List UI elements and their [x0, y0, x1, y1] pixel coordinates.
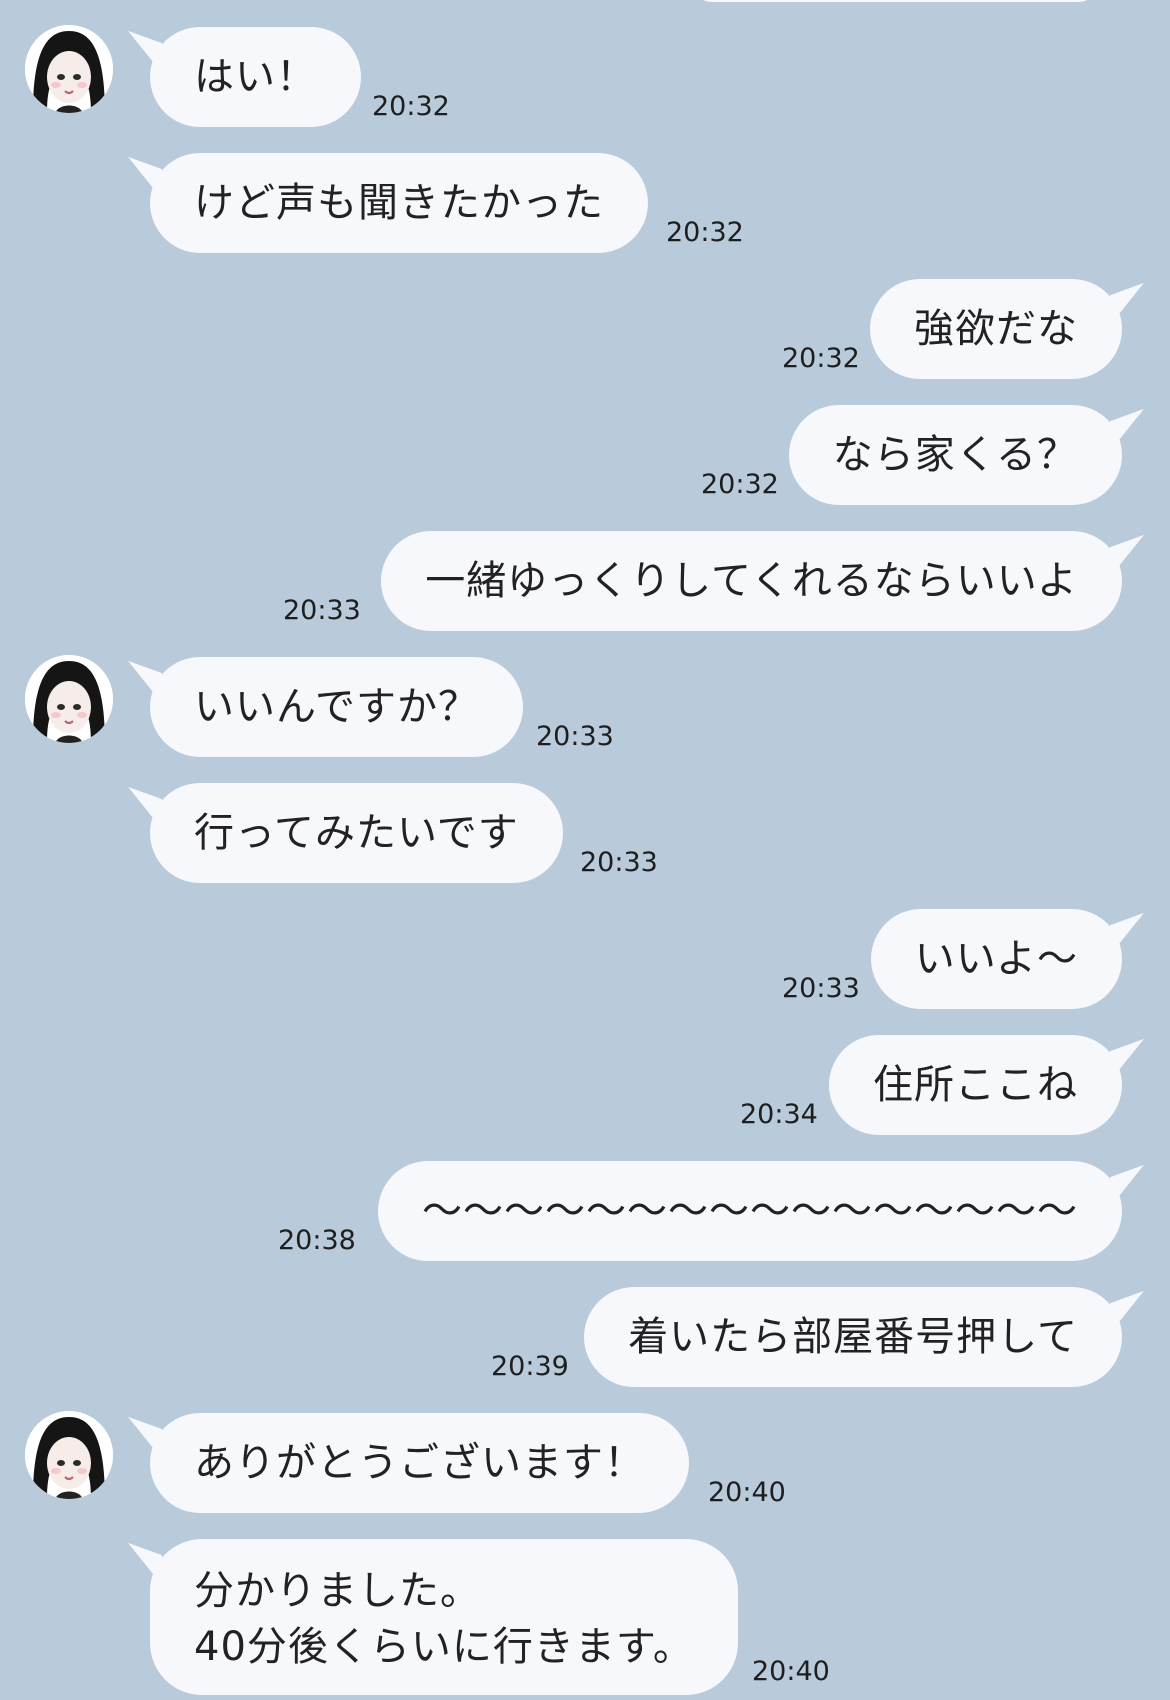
outgoing-message-bubble[interactable]: 〜〜〜〜〜〜〜〜〜〜〜〜〜〜〜〜 [378, 1161, 1122, 1261]
sender-avatar-icon[interactable] [25, 25, 113, 113]
incoming-message-bubble[interactable]: ありがとうございます！ [150, 1413, 689, 1513]
outgoing-message-bubble[interactable]: 住所ここね [829, 1035, 1122, 1135]
message-timestamp: 20:33 [536, 721, 614, 752]
message-timestamp: 20:32 [782, 343, 860, 374]
message-text: ありがとうございます！ [194, 1440, 645, 1486]
outgoing-message-bubble[interactable]: いいよ〜 [870, 909, 1122, 1009]
message-text-line: 40分後くらいに行きます。 [194, 1624, 694, 1670]
message-text: はい！ [194, 54, 317, 100]
outgoing-message-bubble[interactable]: 一緒ゆっくりしてくれるならいいよ [381, 531, 1122, 631]
message-text: 〜〜〜〜〜〜〜〜〜〜〜〜〜〜〜〜 [422, 1188, 1078, 1234]
outgoing-message-bubble[interactable]: 強欲だな [870, 279, 1122, 379]
message-text-line: 分かりました。 [194, 1568, 481, 1614]
message-timestamp: 20:38 [278, 1225, 356, 1256]
sender-avatar-icon[interactable] [25, 1411, 113, 1499]
message-timestamp: 20:32 [372, 91, 450, 122]
incoming-message-bubble[interactable]: 行ってみたいです [150, 783, 563, 883]
message-text: 行ってみたいです [194, 810, 519, 856]
incoming-message-bubble[interactable]: いいんですか？ [150, 657, 523, 757]
outgoing-message-bubble[interactable]: 着いたら部屋番号押して [584, 1287, 1122, 1387]
message-timestamp: 20:33 [283, 595, 361, 626]
message-text: 一緒ゆっくりしてくれるならいいよ [425, 558, 1078, 604]
incoming-message-bubble[interactable]: 分かりました。 40分後くらいに行きます。 [150, 1539, 738, 1695]
message-text: いいよ〜 [914, 936, 1078, 982]
message-text: いいんですか？ [194, 684, 479, 730]
message-timestamp: 20:40 [752, 1656, 830, 1687]
message-timestamp: 20:32 [701, 469, 779, 500]
sender-avatar-icon[interactable] [25, 655, 113, 743]
message-text: 強欲だな [914, 306, 1078, 352]
incoming-message-bubble[interactable]: はい！ [150, 27, 361, 127]
message-timestamp: 20:39 [491, 1351, 569, 1382]
message-text: なら家くる？ [832, 432, 1078, 478]
message-text: けど声も聞きたかった [194, 180, 604, 226]
message-text: 着いたら部屋番号押して [628, 1314, 1078, 1360]
incoming-message-bubble[interactable]: けど声も聞きたかった [150, 153, 648, 253]
message-timestamp: 20:33 [782, 973, 860, 1004]
partial-message-bubble[interactable] [690, 0, 1100, 2]
message-timestamp: 20:40 [708, 1477, 786, 1508]
message-timestamp: 20:32 [666, 217, 744, 248]
message-timestamp: 20:34 [740, 1099, 818, 1130]
outgoing-message-bubble[interactable]: なら家くる？ [788, 405, 1122, 505]
chat-view: はい！ 20:32 けど声も聞きたかった 20:32 強欲だな 20:32 なら… [0, 0, 1170, 1700]
message-text: 住所ここね [873, 1062, 1078, 1108]
message-timestamp: 20:33 [580, 847, 658, 878]
